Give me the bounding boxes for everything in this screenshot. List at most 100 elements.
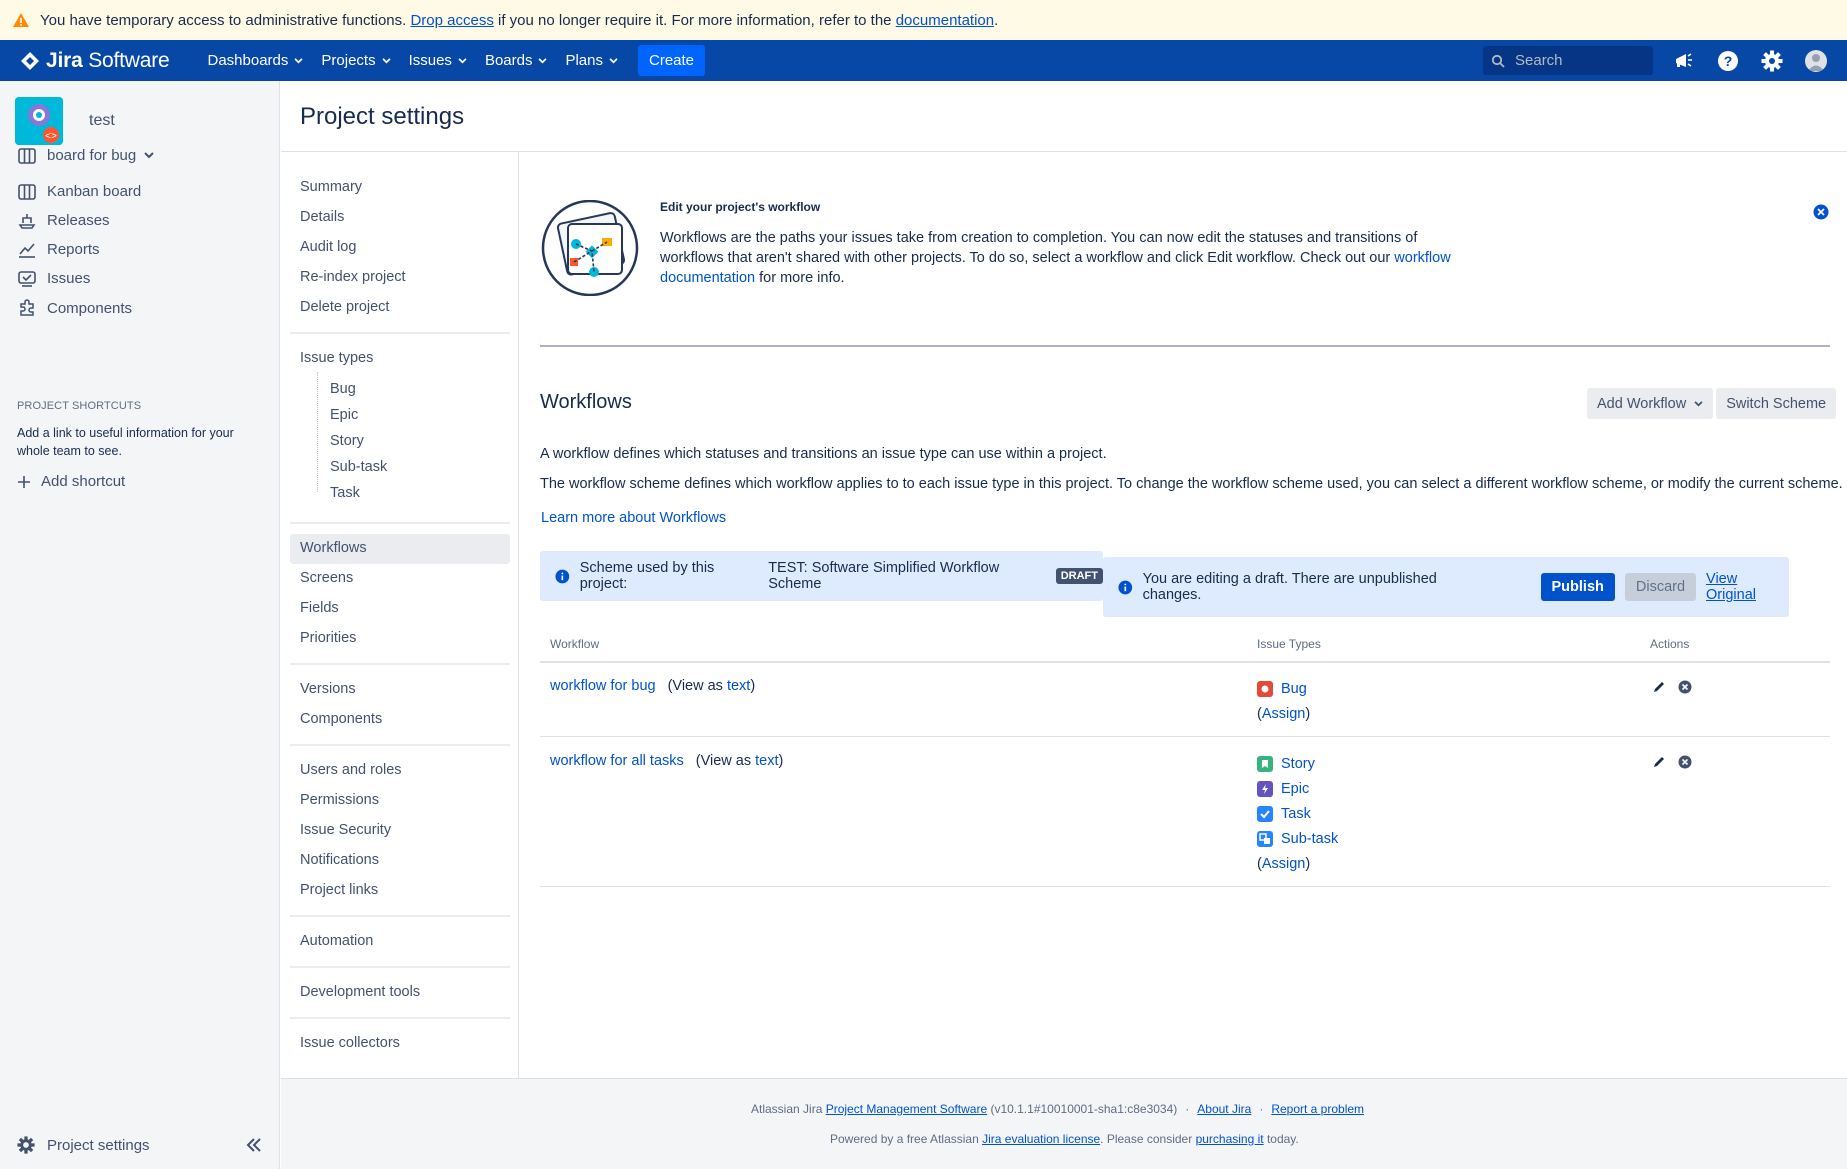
nav-projects[interactable]: Projects xyxy=(321,52,391,69)
project-management-link[interactable]: Project Management Software xyxy=(826,1102,987,1116)
nav-label: Dashboards xyxy=(207,52,289,69)
nav-boards[interactable]: Boards xyxy=(485,52,548,69)
settings-gear-icon[interactable] xyxy=(1761,50,1783,72)
footer-line-2: Powered by a free Atlassian Jira evaluat… xyxy=(830,1132,1299,1146)
settings-nav-workflows[interactable]: Workflows xyxy=(300,540,367,556)
edit-pencil-icon[interactable] xyxy=(1652,680,1666,694)
collapse-sidebar-icon[interactable] xyxy=(246,1138,262,1152)
settings-nav-development-tools[interactable]: Development tools xyxy=(300,984,420,1000)
notifications-megaphone-icon[interactable] xyxy=(1673,50,1695,72)
issue-type-link[interactable]: Story xyxy=(1281,756,1315,772)
search-input[interactable]: Search xyxy=(1483,46,1653,75)
drop-access-link[interactable]: Drop access xyxy=(410,12,493,29)
assign-link[interactable]: Assign xyxy=(1262,706,1306,722)
project-sidebar: <> test board for bug Kanban board Releas… xyxy=(0,81,280,1169)
info-icon xyxy=(555,569,570,583)
workflow-illustration xyxy=(540,200,640,296)
delete-icon[interactable] xyxy=(1678,680,1692,694)
nav-label: Issues xyxy=(408,52,452,69)
close-icon[interactable] xyxy=(1813,204,1829,220)
settings-nav-fields[interactable]: Fields xyxy=(300,600,339,616)
settings-nav-screens[interactable]: Screens xyxy=(300,570,353,586)
scheme-description: The workflow scheme defines which workfl… xyxy=(540,476,1843,492)
user-avatar[interactable] xyxy=(1805,49,1827,72)
settings-nav-bug[interactable]: Bug xyxy=(330,381,356,397)
view-as-text-link[interactable]: text xyxy=(755,753,778,769)
help-icon[interactable]: ? xyxy=(1717,50,1739,72)
project-header[interactable]: <> test xyxy=(15,97,115,145)
settings-nav-components[interactable]: Components xyxy=(300,711,382,727)
settings-nav-sub-task[interactable]: Sub-task xyxy=(330,459,387,475)
plus-icon xyxy=(17,475,31,488)
nav-issues[interactable]: Issues xyxy=(409,52,467,69)
issue-type-link[interactable]: Epic xyxy=(1281,781,1309,797)
warning-icon xyxy=(13,13,29,27)
settings-nav-priorities[interactable]: Priorities xyxy=(300,630,356,646)
view-as-text: (View as xyxy=(667,678,727,694)
board-selector[interactable]: board for bug xyxy=(17,147,154,164)
settings-nav-permissions[interactable]: Permissions xyxy=(300,792,379,808)
assign-link[interactable]: Assign xyxy=(1262,856,1306,872)
about-jira-link[interactable]: About Jira xyxy=(1197,1102,1251,1116)
report-problem-link[interactable]: Report a problem xyxy=(1271,1102,1364,1116)
issue-type-link[interactable]: Sub-task xyxy=(1281,831,1338,847)
settings-nav-summary[interactable]: Summary xyxy=(300,179,362,195)
sidebar-item-reports[interactable]: Reports xyxy=(17,241,100,258)
publish-button[interactable]: Publish xyxy=(1540,573,1615,601)
issue-type-link[interactable]: Bug xyxy=(1281,681,1307,697)
add-shortcut-button[interactable]: Add shortcut xyxy=(17,473,125,490)
settings-nav-delete-project[interactable]: Delete project xyxy=(300,299,389,315)
settings-nav-issue-types[interactable]: Issue types xyxy=(300,350,373,366)
settings-nav-notifications[interactable]: Notifications xyxy=(300,852,379,868)
jira-logo[interactable]: Jira Software xyxy=(20,49,170,73)
view-original-link[interactable]: View Original xyxy=(1706,571,1789,603)
purchase-link[interactable]: purchasing it xyxy=(1196,1132,1264,1146)
nav-plans[interactable]: Plans xyxy=(565,52,618,69)
discard-button[interactable]: Discard xyxy=(1624,573,1697,601)
documentation-link[interactable]: documentation xyxy=(896,12,994,29)
project-shortcuts-heading: PROJECT SHORTCUTS xyxy=(17,400,142,412)
issue-type-bug[interactable]: Bug xyxy=(1257,681,1307,697)
nav-dashboards[interactable]: Dashboards xyxy=(208,52,304,69)
add-workflow-button[interactable]: Add Workflow xyxy=(1587,388,1714,419)
settings-nav-automation[interactable]: Automation xyxy=(300,933,373,949)
delete-icon[interactable] xyxy=(1678,755,1692,769)
sidebar-item-kanban-board[interactable]: Kanban board xyxy=(17,183,141,200)
switch-scheme-button[interactable]: Switch Scheme xyxy=(1716,388,1837,419)
sidebar-item-releases[interactable]: Releases xyxy=(17,212,110,229)
settings-navigation: Summary Details Audit log Re-index project D… xyxy=(281,152,519,1078)
settings-nav-re-index-project[interactable]: Re-index project xyxy=(300,269,406,285)
settings-nav-audit-log[interactable]: Audit log xyxy=(300,239,356,255)
sidebar-item-issues[interactable]: Issues xyxy=(17,270,90,287)
warning-text: You have temporary access to administrat… xyxy=(40,11,411,29)
sidebar-item-components[interactable]: Components xyxy=(17,299,132,317)
issue-type-sub-task[interactable]: Sub-task xyxy=(1257,831,1338,847)
create-button[interactable]: Create xyxy=(638,45,706,76)
evaluation-license-link[interactable]: Jira evaluation license xyxy=(982,1132,1100,1146)
column-header-workflow: Workflow xyxy=(550,637,600,651)
workflow-link[interactable]: workflow for all tasks xyxy=(550,753,684,769)
workflow-link[interactable]: workflow for bug xyxy=(550,678,656,694)
issue-type-link[interactable]: Task xyxy=(1281,806,1311,822)
issue-type-epic[interactable]: Epic xyxy=(1257,781,1309,797)
chevron-down-icon xyxy=(382,57,391,64)
settings-nav-versions[interactable]: Versions xyxy=(300,681,356,697)
project-settings-footer[interactable]: Project settings xyxy=(17,1136,262,1154)
settings-nav-task[interactable]: Task xyxy=(330,485,360,501)
settings-nav-story[interactable]: Story xyxy=(330,433,364,449)
settings-nav-epic[interactable]: Epic xyxy=(330,407,358,423)
settings-nav-project-links[interactable]: Project links xyxy=(300,882,378,898)
edit-pencil-icon[interactable] xyxy=(1652,755,1666,769)
chevron-down-icon xyxy=(294,57,303,64)
issue-type-story[interactable]: Story xyxy=(1257,756,1315,772)
header-divider xyxy=(540,661,1830,663)
learn-more-link[interactable]: Learn more about Workflows xyxy=(541,510,726,526)
info-icon xyxy=(1118,580,1133,594)
settings-nav-details[interactable]: Details xyxy=(300,209,344,225)
settings-nav-issue-collectors[interactable]: Issue collectors xyxy=(300,1035,400,1051)
issue-type-task[interactable]: Task xyxy=(1257,806,1311,822)
view-as-text-link[interactable]: text xyxy=(727,678,750,694)
settings-nav-users-and-roles[interactable]: Users and roles xyxy=(300,762,402,778)
chevron-down-icon xyxy=(458,57,467,64)
settings-nav-issue-security[interactable]: Issue Security xyxy=(300,822,391,838)
